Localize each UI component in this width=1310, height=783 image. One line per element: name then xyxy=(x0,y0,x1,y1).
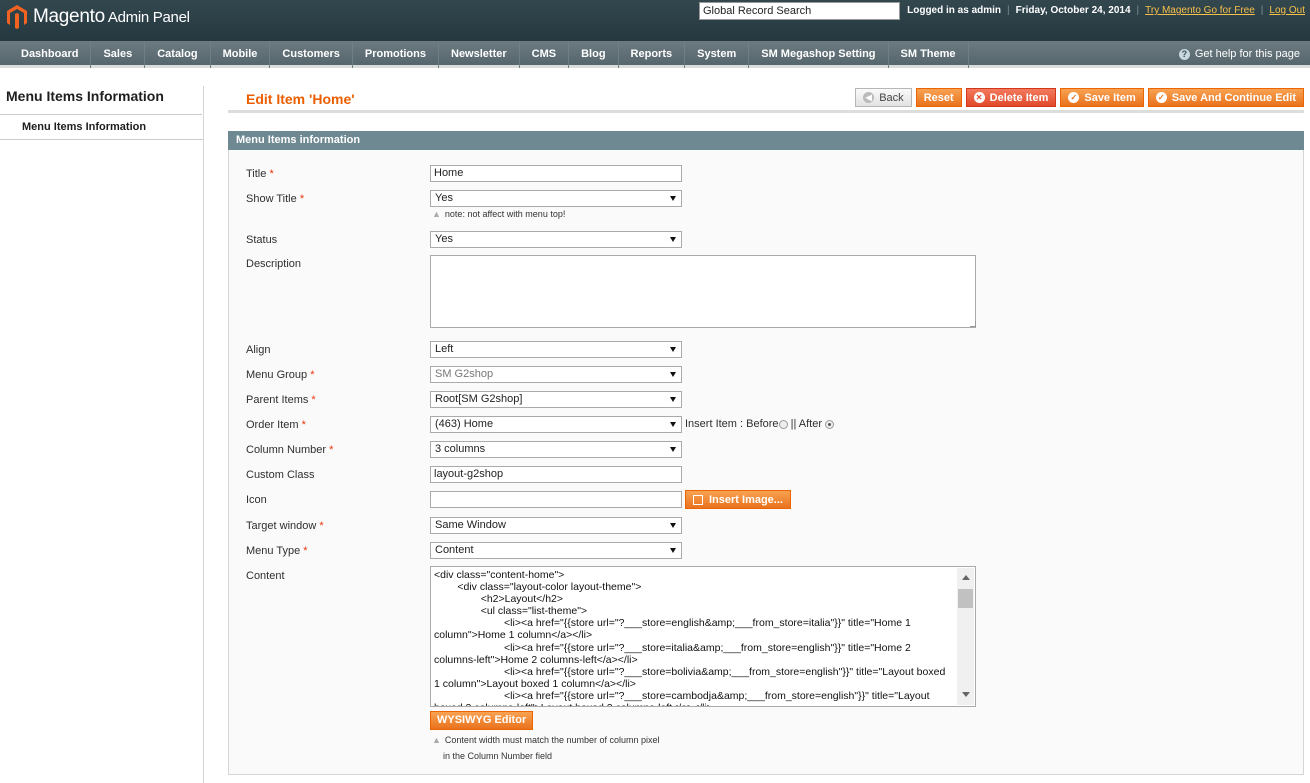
title-label: Title * xyxy=(246,168,274,180)
check-icon: ✓ xyxy=(1068,92,1080,103)
section-header: Menu Items information xyxy=(228,131,1304,150)
column-number-select[interactable]: 3 columns xyxy=(430,441,682,458)
save-item-button[interactable]: ✓ Save Item xyxy=(1060,88,1144,107)
content-textarea[interactable]: <div class="content-home"> <div class="l… xyxy=(430,566,976,707)
order-item-select[interactable]: (463) Home xyxy=(430,416,682,433)
logged-in-text: Logged in as admin xyxy=(907,5,1002,16)
page-title: Edit Item 'Home' xyxy=(246,91,355,107)
icon-input[interactable] xyxy=(430,491,682,508)
target-window-select[interactable]: Same Window xyxy=(430,517,682,534)
menu-item-form: Title * Home Show Title * Yes ▲ note: not… xyxy=(228,150,1304,775)
check-icon: ✓ xyxy=(1155,92,1167,103)
wysiwyg-editor-button[interactable]: WYSIWYG Editor xyxy=(430,711,534,730)
menu-group-select[interactable]: SM G2shop xyxy=(430,366,682,383)
nav-sm-megashop-setting[interactable]: SM Megashop Setting xyxy=(749,41,889,68)
nav-mobile[interactable]: Mobile xyxy=(211,41,271,68)
user-info-bar: Logged in as admin | Friday, October 24,… xyxy=(907,5,1305,16)
delete-item-button[interactable]: ✕ Delete Item xyxy=(965,88,1057,107)
main-nav: Dashboard Sales Catalog Mobile Customers… xyxy=(0,41,1310,68)
nav-cms[interactable]: CMS xyxy=(520,41,570,68)
scroll-up-icon[interactable] xyxy=(962,575,970,580)
insert-position: Insert Item : Before || After xyxy=(685,418,835,430)
content-header: Edit Item 'Home' ◀ Back Reset ✕ Delete Ite… xyxy=(228,86,1304,113)
resize-grip-icon[interactable] xyxy=(970,321,976,327)
tab-menu-items-information[interactable]: Menu Items Information xyxy=(0,115,203,140)
nav-reports[interactable]: Reports xyxy=(619,41,686,68)
nav-system[interactable]: System xyxy=(685,41,750,68)
nav-newsletter[interactable]: Newsletter xyxy=(439,41,520,68)
status-label: Status xyxy=(246,234,278,246)
custom-class-input[interactable]: layout-g2shop xyxy=(430,466,682,483)
current-date: Friday, October 24, 2014 xyxy=(1015,5,1131,16)
nav-sm-theme[interactable]: SM Theme xyxy=(889,41,969,68)
magento-logo-icon xyxy=(7,5,27,29)
help-text: Get help for this page xyxy=(1194,48,1300,60)
separator: | xyxy=(1007,5,1010,16)
description-textarea[interactable] xyxy=(430,255,976,328)
order-item-label: Order Item * xyxy=(246,419,306,431)
nav-dashboard[interactable]: Dashboard xyxy=(0,41,92,68)
sidebar: Menu Items Information Menu Items Inform… xyxy=(0,86,204,783)
show-title-select[interactable]: Yes xyxy=(430,190,682,207)
show-title-note: ▲ note: not affect with menu top! xyxy=(432,209,566,219)
magento-logo[interactable]: Magento Admin Panel xyxy=(6,4,190,30)
insert-image-button[interactable]: Insert Image... xyxy=(685,490,791,509)
scroll-thumb[interactable] xyxy=(958,589,973,608)
align-select[interactable]: Left xyxy=(430,341,682,358)
try-magento-go-link[interactable]: Try Magento Go for Free xyxy=(1145,5,1255,16)
sidebar-title: Menu Items Information xyxy=(0,86,202,115)
save-and-continue-button[interactable]: ✓ Save And Continue Edit xyxy=(1147,88,1304,107)
back-button[interactable]: ◀ Back xyxy=(855,88,912,107)
nav-promotions[interactable]: Promotions xyxy=(353,41,439,68)
title-input[interactable]: Home xyxy=(430,165,682,182)
parent-items-select[interactable]: Root[SM G2shop] xyxy=(430,391,682,408)
insert-before-radio[interactable] xyxy=(778,419,788,429)
icon-label: Icon xyxy=(246,494,267,506)
nav-blog[interactable]: Blog xyxy=(569,41,619,68)
nav-sales[interactable]: Sales xyxy=(91,41,146,68)
image-icon xyxy=(693,494,703,505)
show-title-label: Show Title * xyxy=(246,193,305,205)
column-number-label: Column Number * xyxy=(246,444,334,456)
separator: | xyxy=(1260,5,1264,16)
content-code: <div class="content-home"> <div class="l… xyxy=(434,569,946,706)
help-link[interactable]: ? Get help for this page xyxy=(1178,41,1300,68)
menu-type-label: Menu Type * xyxy=(246,545,308,557)
nav-catalog[interactable]: Catalog xyxy=(145,41,211,68)
content-note: ▲ Content width must match the number of … xyxy=(432,735,660,761)
content-scrollbar[interactable] xyxy=(957,568,974,705)
form-buttons: ◀ Back Reset ✕ Delete Item ✓ Save Item ✓ Sav… xyxy=(855,88,1304,107)
align-label: Align xyxy=(246,344,271,356)
status-select[interactable]: Yes xyxy=(430,231,682,248)
logout-link[interactable]: Log Out xyxy=(1269,5,1305,16)
scroll-down-icon[interactable] xyxy=(962,692,970,697)
delete-icon: ✕ xyxy=(973,92,985,103)
note-arrow-icon: ▲ xyxy=(432,735,441,745)
note-arrow-icon: ▲ xyxy=(432,209,441,219)
global-search-input[interactable]: Global Record Search xyxy=(699,2,900,20)
description-label: Description xyxy=(246,258,302,270)
parent-items-label: Parent Items * xyxy=(246,394,316,406)
back-arrow-icon: ◀ xyxy=(863,92,875,103)
separator: | xyxy=(1136,5,1140,16)
menu-type-select[interactable]: Content xyxy=(430,542,682,559)
help-icon: ? xyxy=(1178,49,1190,60)
target-window-label: Target window * xyxy=(246,520,324,532)
custom-class-label: Custom Class xyxy=(246,469,315,481)
nav-customers[interactable]: Customers xyxy=(270,41,353,68)
reset-button[interactable]: Reset xyxy=(915,88,962,107)
content-label: Content xyxy=(246,570,285,582)
menu-group-label: Menu Group * xyxy=(246,369,315,381)
logo-text: Magento Admin Panel xyxy=(33,6,190,27)
insert-after-radio[interactable] xyxy=(825,419,835,429)
top-header: Magento Admin Panel Global Record Search… xyxy=(0,0,1310,41)
